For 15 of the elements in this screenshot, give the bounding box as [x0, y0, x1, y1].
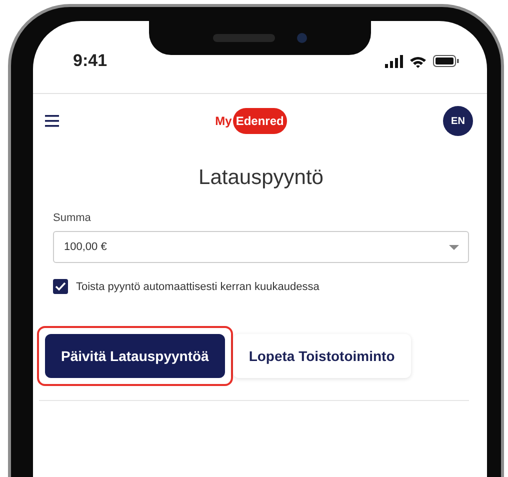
repeat-checkbox[interactable] — [53, 279, 68, 294]
signal-icon — [385, 54, 403, 68]
checkbox-label: Toista pyyntö automaattisesti kerran kuukaudessa — [76, 280, 320, 292]
amount-select[interactable]: 100,00 € — [53, 231, 469, 263]
page-title: Latauspyyntö — [198, 166, 324, 190]
stop-repeat-button[interactable]: Lopeta Toistotoiminto — [232, 334, 411, 378]
menu-icon[interactable] — [45, 115, 59, 127]
language-button[interactable]: EN — [443, 106, 473, 136]
field-label: Summa — [53, 212, 92, 224]
status-time: 9:41 — [73, 51, 108, 71]
logo: My Edenred — [215, 108, 287, 134]
update-request-button[interactable]: Päivitä Latauspyyntöä — [45, 334, 225, 378]
battery-icon — [433, 55, 459, 67]
wifi-icon — [410, 54, 426, 68]
dropdown-caret-icon — [449, 244, 459, 250]
